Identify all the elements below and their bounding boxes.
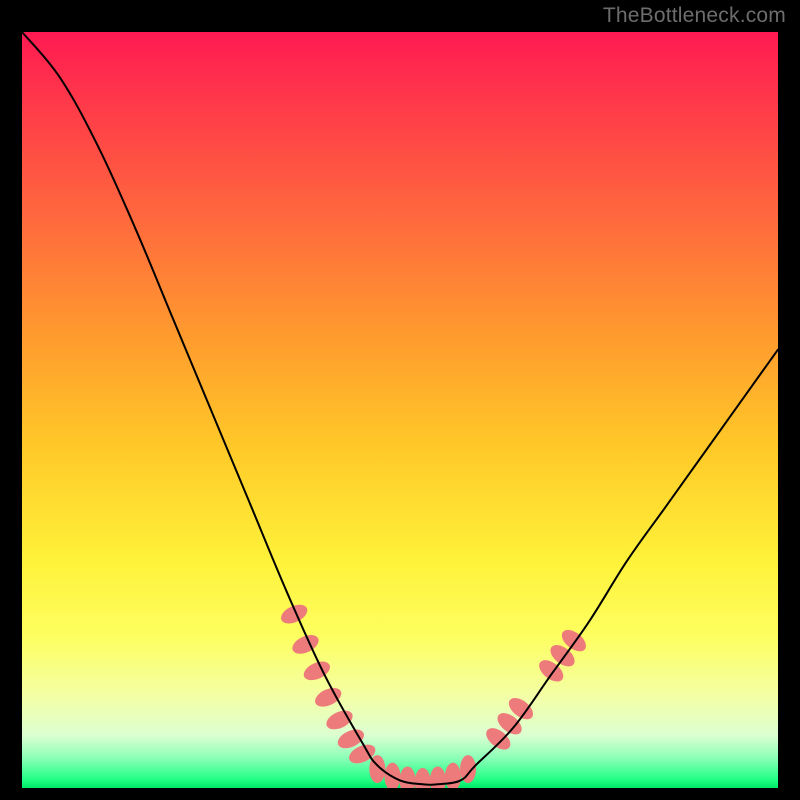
watermark-text: TheBottleneck.com — [603, 4, 786, 28]
chart-marker — [278, 601, 310, 627]
chart-marker — [312, 684, 344, 710]
chart-svg — [22, 32, 778, 788]
chart-marker — [323, 707, 355, 733]
chart-frame — [20, 30, 780, 790]
chart-marker — [400, 766, 416, 788]
chart-curve — [22, 32, 778, 785]
chart-markers — [278, 601, 590, 788]
chart-plot-area — [22, 32, 778, 788]
chart-marker — [384, 763, 400, 788]
